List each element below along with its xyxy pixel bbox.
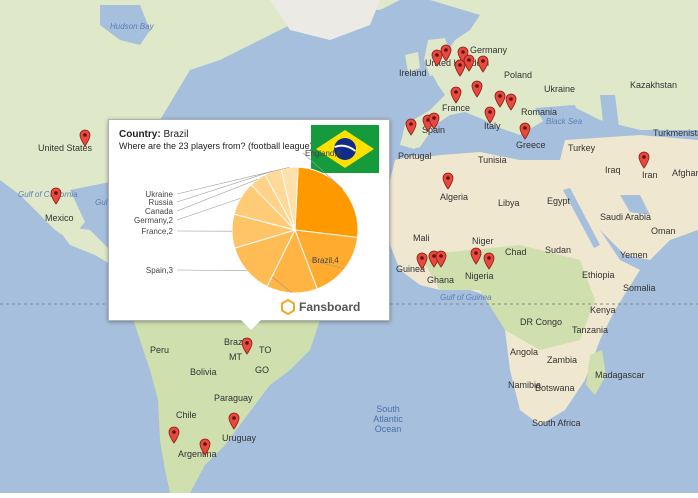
brand-name: Fansboard <box>299 300 360 314</box>
ocean-label-line2: Atlantic <box>360 414 416 424</box>
map-label-paraguay: Paraguay <box>214 393 253 403</box>
map-label-chad: Chad <box>505 247 527 257</box>
pie-label-spain: Spain,3 <box>146 266 174 275</box>
map-marker-pin-icon[interactable] <box>505 93 517 111</box>
map-marker-pin-icon[interactable] <box>50 187 62 205</box>
map-label-kenya: Kenya <box>590 305 616 315</box>
ocean-label-line1: South <box>360 404 416 414</box>
map-label-ukraine: Ukraine <box>544 84 575 94</box>
pie-slice-england[interactable] <box>295 167 358 237</box>
pie-label-canada: Canada <box>145 207 174 216</box>
map-marker-pin-icon[interactable] <box>79 129 91 147</box>
pie-label-brazil: Brazil,4 <box>312 256 339 265</box>
map-marker-pin-icon[interactable] <box>470 247 482 265</box>
map-label-mali: Mali <box>413 233 430 243</box>
map-label-ireland: Ireland <box>399 68 427 78</box>
map-label-somalia: Somalia <box>623 283 656 293</box>
pie-label-france: France,2 <box>141 227 173 236</box>
pie-leader-line <box>177 198 241 220</box>
map-marker-pin-icon[interactable] <box>463 54 475 72</box>
map-marker-pin-icon[interactable] <box>471 80 483 98</box>
map-label-zambia: Zambia <box>547 355 577 365</box>
map-label-turkey: Turkey <box>568 143 595 153</box>
pie-label-russia: Russia <box>149 198 174 207</box>
map-marker-pin-icon[interactable] <box>416 252 428 270</box>
map-marker-pin-icon[interactable] <box>484 106 496 124</box>
map-label-gulf-of-guinea: Gulf of Guinea <box>440 293 492 302</box>
hexagon-icon <box>280 299 296 315</box>
map-label-germany: Germany <box>470 45 507 55</box>
pie-chart: England,6Brazil,4Italy,3Spain,3France,2G… <box>109 120 389 320</box>
map-label-algeria: Algeria <box>440 192 468 202</box>
map-label-libya: Libya <box>498 198 520 208</box>
map-label-go: GO <box>255 365 269 375</box>
map-label-tanzania: Tanzania <box>572 325 608 335</box>
pie-label-ukraine: Ukraine <box>145 190 173 199</box>
map-label-greece: Greece <box>516 140 546 150</box>
map-marker-pin-icon[interactable] <box>241 337 253 355</box>
map-marker-pin-icon[interactable] <box>440 44 452 62</box>
map-label-gulf-of-california: Gulf of California <box>18 190 78 199</box>
map-label-afghanistan: Afghanistan <box>672 168 698 178</box>
map-marker-pin-icon[interactable] <box>477 55 489 73</box>
map-marker-pin-icon[interactable] <box>428 112 440 130</box>
map-label-tunisia: Tunisia <box>478 155 507 165</box>
map-label-chile: Chile <box>176 410 197 420</box>
map-label-romania: Romania <box>521 107 557 117</box>
map-label-nigeria: Nigeria <box>465 271 494 281</box>
map-label-egypt: Egypt <box>547 196 570 206</box>
map-marker-pin-icon[interactable] <box>519 122 531 140</box>
map-marker-pin-icon[interactable] <box>435 250 447 268</box>
map-label-botswana: Botswana <box>535 383 575 393</box>
map-label-madagascar: Madagascar <box>595 370 645 380</box>
map-label-poland: Poland <box>504 70 532 80</box>
map-label-sudan: Sudan <box>545 245 571 255</box>
map-label-portugal: Portugal <box>398 151 432 161</box>
ocean-label: South Atlantic Ocean <box>360 404 416 434</box>
pie-label-germany: Germany,2 <box>134 216 174 225</box>
map-label-dr-congo: DR Congo <box>520 317 562 327</box>
map-marker-pin-icon[interactable] <box>638 151 650 169</box>
map-label-peru: Peru <box>150 345 169 355</box>
map-label-south-africa: South Africa <box>532 418 581 428</box>
map-label-bolivia: Bolivia <box>190 367 217 377</box>
map-label-ethiopia: Ethiopia <box>582 270 615 280</box>
map-label-to: TO <box>259 345 271 355</box>
map-label-france: France <box>442 103 470 113</box>
map-label-iraq: Iraq <box>605 165 621 175</box>
ocean-label-line3: Ocean <box>360 424 416 434</box>
map-marker-pin-icon[interactable] <box>199 438 211 456</box>
map-marker-pin-icon[interactable] <box>228 412 240 430</box>
map-label-angola: Angola <box>510 347 538 357</box>
map-label-oman: Oman <box>651 226 676 236</box>
map-label-kazakhstan: Kazakhstan <box>630 80 677 90</box>
map-marker-pin-icon[interactable] <box>483 252 495 270</box>
map-label-niger: Niger <box>472 236 494 246</box>
map-label-mexico: Mexico <box>45 213 74 223</box>
popup-pointer <box>239 318 263 330</box>
map-label-yemen: Yemen <box>620 250 648 260</box>
pie-label-england: England,6 <box>305 149 342 158</box>
map-label-uruguay: Uruguay <box>222 433 256 443</box>
map-label-hudson-bay: Hudson Bay <box>110 22 154 31</box>
map-label-saudi-arabia: Saudi Arabia <box>600 212 651 222</box>
info-popup[interactable]: Country: Brazil Where are the 23 players… <box>108 119 390 321</box>
pie-leader-line <box>177 270 247 271</box>
map-marker-pin-icon[interactable] <box>405 118 417 136</box>
map-marker-pin-icon[interactable] <box>450 86 462 104</box>
map-label-black-sea: Black Sea <box>546 117 582 126</box>
map-marker-pin-icon[interactable] <box>442 172 454 190</box>
map-marker-pin-icon[interactable] <box>168 426 180 444</box>
map-label-turkmenistan: Turkmenistan <box>653 128 698 138</box>
map-label-ghana: Ghana <box>427 275 454 285</box>
map-label-iran: Iran <box>642 170 658 180</box>
fansboard-logo[interactable]: Fansboard <box>280 298 360 316</box>
